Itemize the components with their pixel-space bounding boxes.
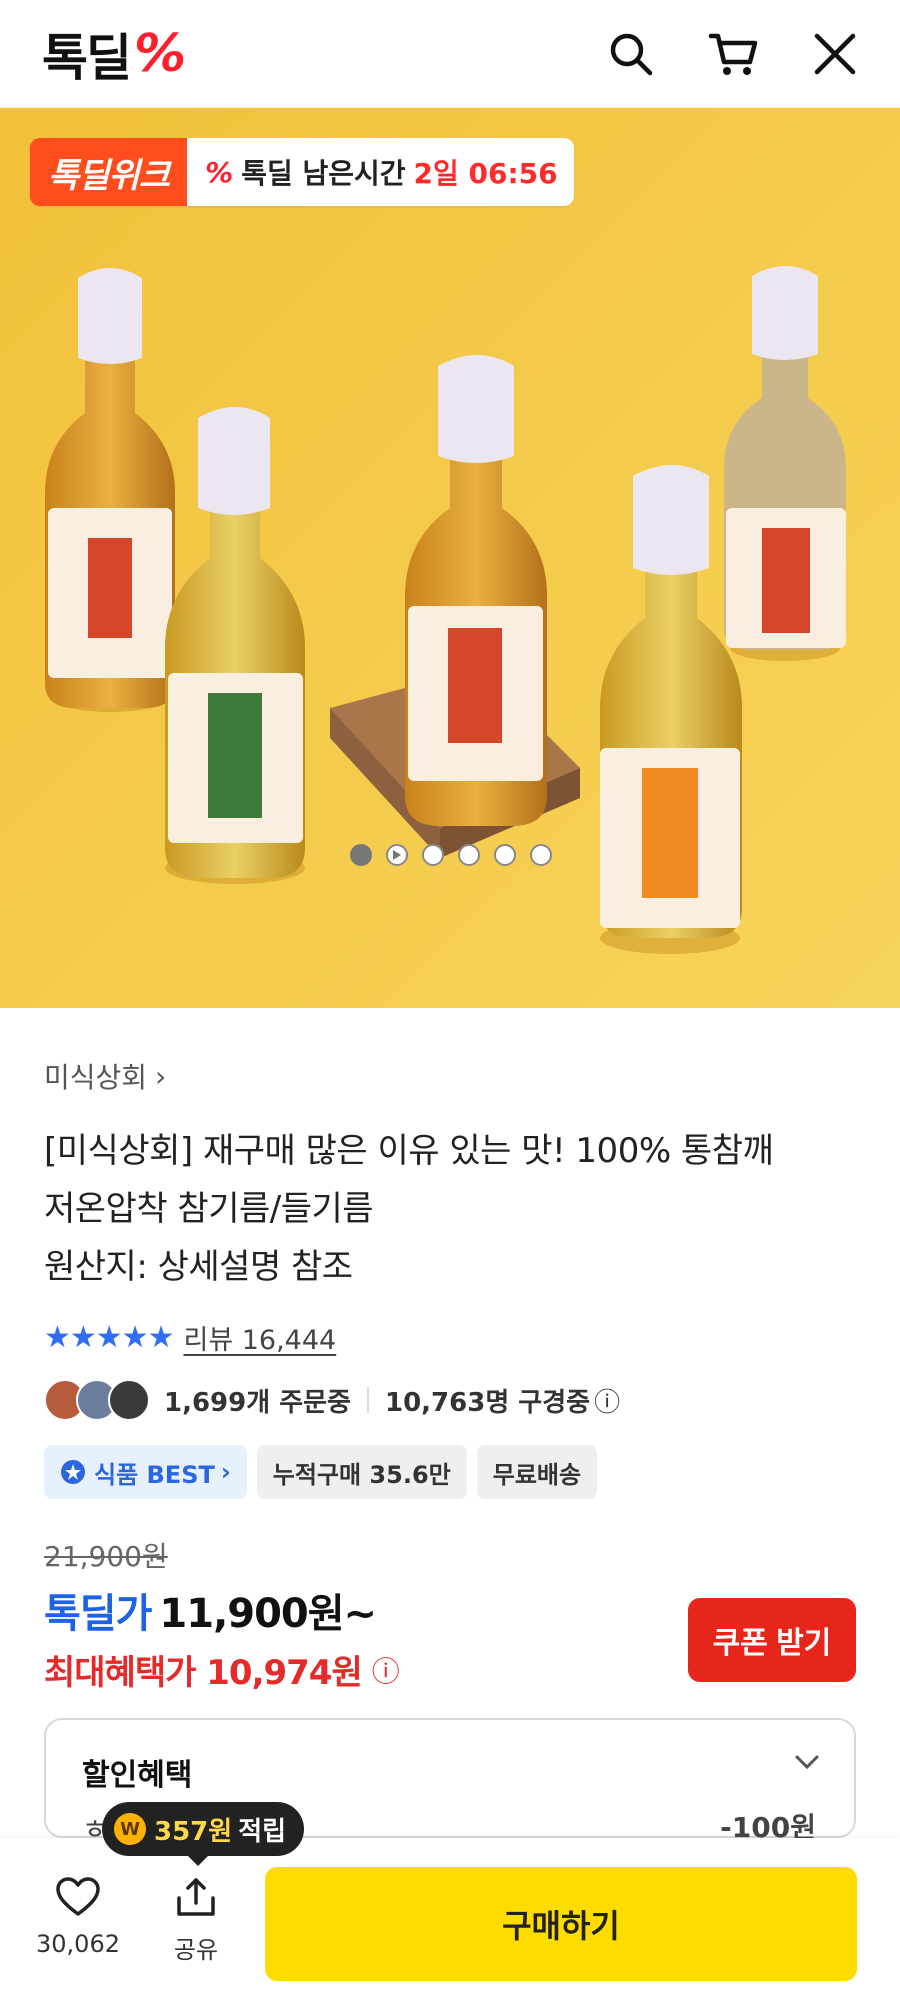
max-price-label: 최대혜택가 [44, 1653, 196, 1693]
viewer-count: 10,763명 구경중 [384, 1387, 591, 1418]
brand-name: 미식상회 [44, 1061, 148, 1094]
chevron-down-icon[interactable] [794, 1754, 820, 1774]
share-button[interactable]: 공유 [152, 1876, 240, 1965]
star-rating-icon: ★★★★★ [44, 1320, 174, 1355]
carousel-dot-1[interactable] [350, 844, 372, 866]
heart-icon [56, 1877, 100, 1916]
food-best-tag[interactable]: 식품 BEST › [44, 1445, 247, 1499]
title-line-1: [미식상회] 재구매 많은 이유 있는 맛! 100% 통참깨 [44, 1131, 774, 1171]
chevron-right-icon: › [155, 1059, 167, 1093]
brand-link[interactable]: 미식상회 › [44, 1056, 864, 1096]
carousel-dot-3[interactable] [422, 844, 444, 866]
deal-timer: % 톡딜 남은시간 2일 06:56 [187, 138, 574, 206]
deal-week-badge: 톡딜위크 % 톡딜 남은시간 2일 06:56 [30, 138, 574, 206]
points-label: 적립 [238, 1816, 287, 1847]
share-label: 공유 [173, 1936, 219, 1964]
badge-icon [61, 1460, 85, 1484]
original-price: 21,900원 [44, 1540, 168, 1573]
carousel-indicator [350, 844, 552, 866]
carousel-dot-6[interactable] [530, 844, 552, 866]
order-count: 1,699개 주문중 [164, 1387, 351, 1418]
tag-row: 식품 BEST › 누적구매 35.6만 무료배송 [44, 1445, 864, 1499]
review-link[interactable]: 리뷰 16,444 [183, 1318, 336, 1357]
deal-price-value: 11,900원~ [159, 1591, 377, 1637]
avatar [108, 1379, 150, 1421]
top-header: 톡딜% [0, 0, 900, 108]
product-photo [0, 108, 900, 1008]
divider [366, 1387, 369, 1413]
cumulative-purchase-tag: 누적구매 35.6만 [256, 1445, 467, 1499]
logo-text: 톡딜 [42, 28, 132, 87]
like-count: 30,062 [36, 1930, 120, 1958]
close-icon[interactable] [810, 29, 860, 79]
chevron-right-icon: › [220, 1458, 231, 1486]
cart-icon[interactable] [708, 29, 758, 79]
title-line-3: 원산지: 상세설명 참조 [44, 1247, 353, 1287]
social-proof-row: 1,699개 주문중 10,763명 구경중 ⓘ [44, 1379, 864, 1421]
coin-icon: W [114, 1813, 146, 1845]
share-icon [177, 1878, 215, 1916]
carousel-dot-4[interactable] [458, 844, 480, 866]
tag-label: 식품 BEST [94, 1460, 215, 1489]
product-info: 미식상회 › [미식상회] 재구매 많은 이유 있는 맛! 100% 통참깨 저… [44, 1008, 864, 1694]
timer-label: 톡딜 남은시간 [241, 157, 406, 190]
like-button[interactable]: 30,062 [34, 1876, 122, 1958]
deal-price-label: 톡딜가 [44, 1591, 152, 1637]
logo[interactable]: 톡딜% [42, 18, 186, 90]
coupon-button[interactable]: 쿠폰 받기 [688, 1598, 856, 1682]
logo-mark: % [134, 23, 186, 84]
deal-week-label: 톡딜위크 [30, 138, 188, 206]
deal-mark-icon: % [205, 155, 234, 189]
buyer-avatars [44, 1379, 150, 1421]
info-icon[interactable]: ⓘ [372, 1650, 400, 1690]
search-icon[interactable] [606, 29, 656, 79]
title-line-2: 저온압착 참기름/들기름 [44, 1189, 374, 1229]
play-icon [393, 850, 401, 860]
points-tooltip: W 357원 적립 [102, 1802, 305, 1856]
info-icon[interactable]: ⓘ [594, 1382, 620, 1419]
carousel-dot-video[interactable] [386, 844, 408, 866]
buy-button[interactable]: 구매하기 [265, 1867, 857, 1981]
product-image-carousel[interactable]: 톡딜위크 % 톡딜 남은시간 2일 06:56 [0, 108, 900, 1008]
rating-row: ★★★★★ 리뷰 16,444 [44, 1318, 864, 1357]
product-title: [미식상회] 재구매 많은 이유 있는 맛! 100% 통참깨 저온압착 참기름… [44, 1122, 864, 1296]
benefit-title: 할인혜택 [82, 1758, 193, 1793]
points-amount: 357원 [154, 1816, 233, 1847]
timer-value: 2일 06:56 [413, 157, 558, 190]
max-price-value: 10,974원 [206, 1653, 362, 1693]
carousel-dot-5[interactable] [494, 844, 516, 866]
tooltip-arrow [186, 1854, 210, 1866]
free-shipping-tag: 무료배송 [476, 1445, 598, 1499]
